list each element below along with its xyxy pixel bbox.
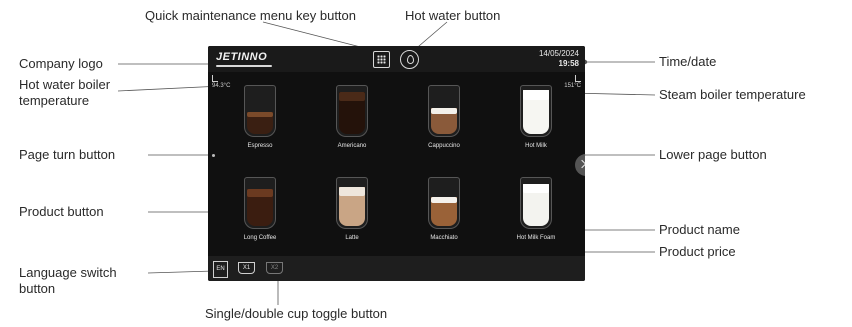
drink-foam — [523, 90, 549, 100]
drink-glass-image — [520, 177, 552, 229]
label-hot-water-button: Hot water button — [405, 8, 501, 23]
drink-foam — [431, 108, 457, 114]
product-button[interactable]: Macchiato — [404, 174, 484, 256]
label-company-logo: Company logo — [19, 56, 103, 71]
date: 14/05/2024 — [538, 49, 579, 58]
time: 19:58 — [558, 59, 579, 68]
drink-foam — [431, 197, 457, 203]
drink-foam — [339, 92, 365, 101]
product-name: Long Coffee — [243, 235, 277, 241]
logo-swoosh — [216, 65, 272, 67]
label-page-turn: Page turn button — [19, 147, 116, 162]
drink-foam — [247, 112, 273, 117]
single-cup-button[interactable]: X1 — [238, 262, 255, 274]
drink-glass-image — [244, 85, 276, 137]
product-button[interactable]: Hot Milk Foam — [496, 174, 576, 256]
drink-foam — [523, 184, 549, 193]
product-name: Espresso — [247, 143, 273, 149]
product-button[interactable]: Hot Milk — [496, 82, 576, 164]
label-hot-water-temp: Hot water boiler temperature — [19, 77, 111, 108]
label-steam-temp: Steam boiler temperature — [659, 87, 806, 102]
drink-glass-image — [428, 177, 460, 229]
page-turn-button[interactable] — [212, 154, 215, 157]
label-product-button: Product button — [19, 204, 104, 219]
drink-glass-image — [336, 85, 368, 137]
top-bar: JETINNO 14/05/2024 19:58 — [208, 46, 585, 72]
drink-foam — [247, 189, 273, 197]
label-product-price: Product price — [659, 244, 736, 259]
label-product-name: Product name — [659, 222, 740, 237]
label-cup-toggle: Single/double cup toggle button — [205, 306, 388, 321]
label-time-date: Time/date — [659, 54, 717, 69]
lower-page-button[interactable] — [575, 154, 585, 176]
product-button[interactable]: Espresso — [220, 82, 300, 164]
tap-icon — [212, 75, 218, 82]
chevron-right-icon — [577, 159, 585, 169]
water-drop-icon — [407, 55, 414, 64]
product-button[interactable]: Americano — [312, 82, 392, 164]
bottom-bar: EN X1 X2 — [208, 256, 585, 281]
label-menu-key: Quick maintenance menu key button — [145, 8, 357, 23]
keypad-icon — [377, 55, 386, 64]
product-name: Cappuccino — [428, 143, 460, 149]
drink-glass-image — [244, 177, 276, 229]
product-name: Hot Milk — [525, 143, 547, 149]
drink-foam — [339, 187, 365, 196]
drink-glass-image — [428, 85, 460, 137]
product-name: Americano — [337, 143, 367, 149]
company-logo: JETINNO — [216, 51, 268, 63]
hot-water-button[interactable] — [400, 50, 419, 69]
drink-glass-image — [336, 177, 368, 229]
product-button[interactable]: Long Coffee — [220, 174, 300, 256]
label-language-switch: Language switch button — [19, 265, 117, 296]
maintenance-menu-key-button[interactable] — [373, 51, 390, 68]
product-name: Hot Milk Foam — [516, 235, 556, 241]
product-name: Macchiato — [430, 235, 458, 241]
language-switch-button[interactable]: EN — [213, 261, 228, 278]
label-lower-page: Lower page button — [659, 147, 767, 162]
double-cup-button[interactable]: X2 — [266, 262, 283, 274]
drink-glass-image — [520, 85, 552, 137]
machine-screen: JETINNO 14/05/2024 19:58 94.3°C 151°C Es… — [208, 46, 585, 281]
date-time: 14/05/2024 19:58 — [539, 49, 579, 69]
steam-icon — [575, 75, 581, 82]
product-button[interactable]: Latte — [312, 174, 392, 256]
product-name: Latte — [345, 235, 359, 241]
product-button[interactable]: Cappuccino — [404, 82, 484, 164]
